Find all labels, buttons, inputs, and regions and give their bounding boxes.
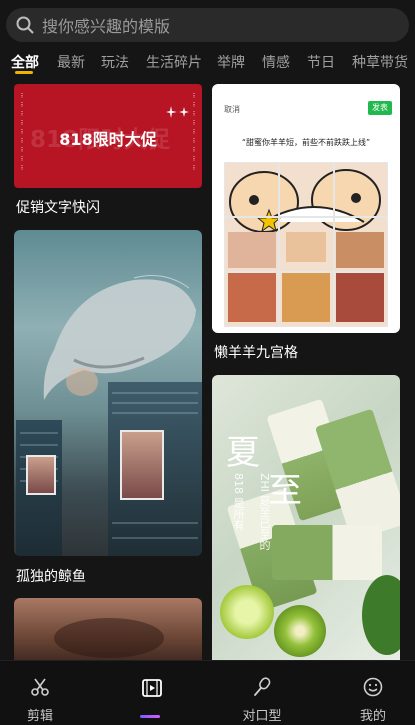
publish-badge: 发表 bbox=[368, 101, 392, 115]
template-card-portrait[interactable] bbox=[14, 598, 202, 665]
nav-label: 我的 bbox=[359, 709, 386, 724]
template-card-summer[interactable]: 夏 至 818 是所有 ZHI 夏至已至的 bbox=[212, 375, 400, 665]
overlay-char-zhi: 至 bbox=[268, 471, 302, 511]
tab-latest[interactable]: 最新 bbox=[57, 52, 85, 72]
tab-festival[interactable]: 节日 bbox=[307, 52, 335, 72]
nine-grid-image bbox=[224, 162, 388, 327]
portrait-photo bbox=[120, 430, 164, 500]
nav-lipsync[interactable]: 对口型 bbox=[222, 661, 302, 725]
template-icon bbox=[142, 679, 162, 697]
template-card-whale[interactable] bbox=[14, 230, 202, 556]
popsicle bbox=[272, 525, 382, 580]
sparkle-icon bbox=[166, 106, 189, 118]
smile-icon bbox=[363, 677, 383, 697]
template-card-promo[interactable]: 818限时大促 818限时大促 ⁝ ⁝ ⁝ ⁝ ⁝ ⁝ ⁝ ⁝ ⁝ ⁝ ⁝ ⁝ ⁝ ⁝ ⁝ ⁝ ⁝ ⁝ bbox=[14, 84, 202, 188]
portrait-photo bbox=[26, 455, 56, 495]
overlay-vertical-text: 818 是所有 bbox=[232, 473, 245, 531]
tab-all[interactable]: 全部 bbox=[11, 52, 39, 72]
search-icon bbox=[16, 16, 34, 34]
grid-cell bbox=[224, 162, 279, 217]
grid-cell bbox=[224, 272, 279, 327]
grid-cell bbox=[334, 272, 388, 327]
grid-cell bbox=[279, 272, 334, 327]
active-nav-indicator bbox=[140, 715, 160, 718]
grid-cell bbox=[334, 162, 388, 217]
bottom-nav: 剪辑 对口型 我的 bbox=[0, 660, 415, 725]
promo-side-strip: ⁝ ⁝ ⁝ ⁝ ⁝ ⁝ ⁝ ⁝ ⁝ bbox=[192, 92, 196, 172]
tab-gameplay[interactable]: 玩法 bbox=[101, 52, 129, 72]
cancel-label: 取消 bbox=[224, 105, 240, 114]
tab-emotion[interactable]: 情感 bbox=[262, 52, 290, 72]
mint-leaf bbox=[362, 575, 400, 655]
active-tab-indicator bbox=[15, 71, 33, 74]
promo-side-strip: ⁝ ⁝ ⁝ ⁝ ⁝ ⁝ ⁝ ⁝ ⁝ bbox=[20, 92, 24, 172]
template-caption[interactable]: 促销文字快闪 bbox=[16, 197, 100, 217]
nav-label: 剪辑 bbox=[26, 709, 53, 724]
category-tabs: 全部 最新 玩法 生活碎片 举牌 情感 节日 种草带货 bbox=[0, 50, 415, 76]
grid-cell bbox=[279, 217, 334, 272]
grid-cell bbox=[279, 162, 334, 217]
tab-sign[interactable]: 举牌 bbox=[217, 52, 245, 72]
nav-edit[interactable]: 剪辑 bbox=[0, 661, 80, 725]
microphone-icon bbox=[254, 677, 271, 696]
nav-profile[interactable]: 我的 bbox=[333, 661, 413, 725]
template-caption[interactable]: 孤独的鲸鱼 bbox=[16, 566, 86, 586]
grid-prompt-text: “甜蜜你羊羊短，前些不前跌跌上线” bbox=[241, 138, 371, 147]
search-bar[interactable]: 搜你感兴趣的模版 bbox=[6, 8, 409, 42]
overlay-vertical-text: ZHI 夏至已至的 bbox=[258, 473, 271, 551]
grid-cell bbox=[334, 217, 388, 272]
grid-cell bbox=[224, 217, 279, 272]
tab-shopping[interactable]: 种草带货 bbox=[352, 52, 408, 72]
scissors-icon bbox=[31, 678, 49, 696]
portrait-shadow bbox=[54, 618, 164, 658]
overlay-char-xia: 夏 bbox=[226, 433, 260, 473]
lime-slice bbox=[220, 585, 274, 639]
search-input[interactable]: 搜你感兴趣的模版 bbox=[42, 13, 170, 37]
template-card-grid[interactable]: 取消 发表 “甜蜜你羊羊短，前些不前跌跌上线” bbox=[212, 84, 400, 333]
kiwi-slice bbox=[274, 605, 326, 657]
nav-label: 对口型 bbox=[242, 709, 282, 724]
template-caption[interactable]: 懒羊羊九宫格 bbox=[214, 342, 298, 362]
tab-life[interactable]: 生活碎片 bbox=[146, 52, 202, 72]
promo-title: 818限时大促 bbox=[59, 130, 157, 149]
